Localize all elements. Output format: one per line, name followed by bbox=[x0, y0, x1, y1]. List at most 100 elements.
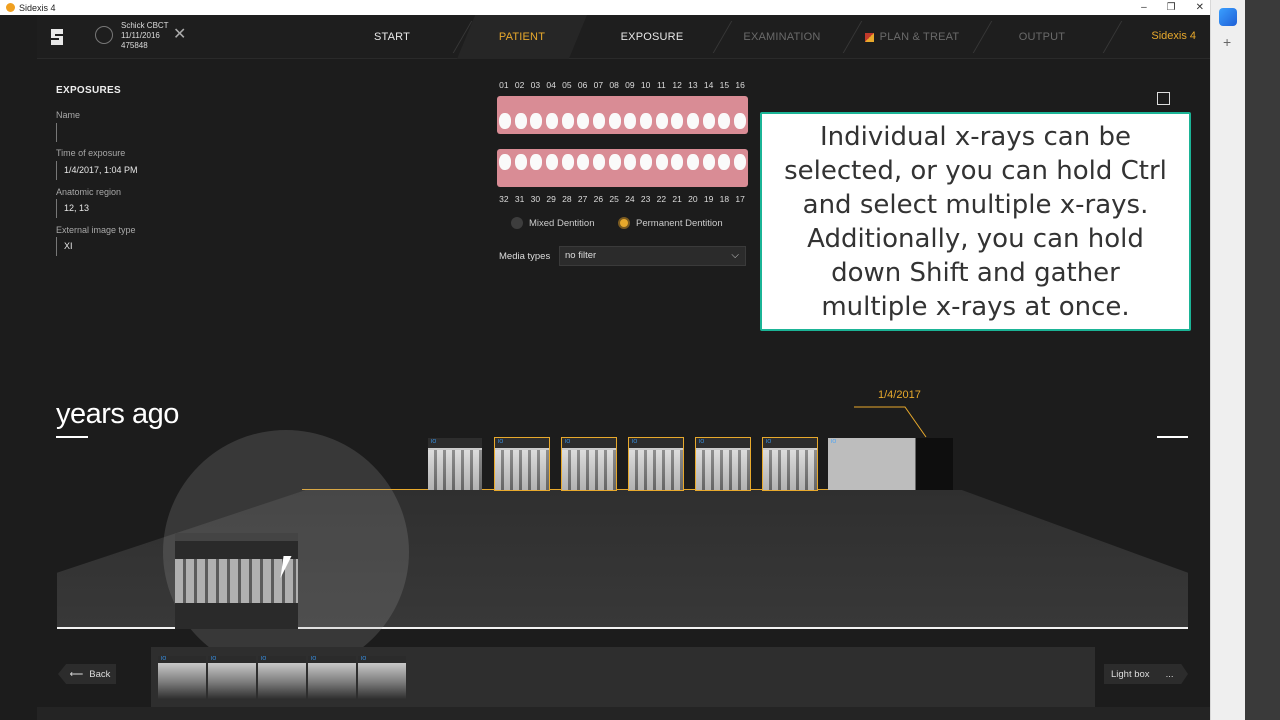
region-label: Anatomic region bbox=[56, 187, 122, 197]
back-button[interactable]: ⟵ Back bbox=[58, 664, 116, 684]
tooth[interactable] bbox=[624, 113, 637, 129]
xray-thumbnail[interactable]: IO bbox=[828, 438, 953, 490]
tooth[interactable] bbox=[498, 154, 511, 170]
selected-xray-thumbnail[interactable]: IO bbox=[208, 656, 256, 699]
tab-examination-label: EXAMINATION bbox=[743, 31, 821, 43]
selected-xray-thumbnail[interactable]: IO bbox=[358, 656, 406, 699]
tooth[interactable] bbox=[498, 113, 511, 129]
tooth[interactable] bbox=[577, 113, 590, 129]
tooth[interactable] bbox=[514, 154, 527, 170]
lower-tooth-numbers: 32 31 30 29 28 27 26 25 24 23 22 21 20 19 18 17 bbox=[496, 194, 748, 204]
tooth-number: 15 bbox=[719, 80, 730, 90]
region-field[interactable]: 12, 13 bbox=[56, 199, 256, 218]
name-field[interactable] bbox=[56, 123, 256, 142]
io-tag: IO bbox=[261, 656, 267, 662]
tooth[interactable] bbox=[718, 154, 731, 170]
tooth[interactable] bbox=[545, 154, 558, 170]
tooth[interactable] bbox=[671, 154, 684, 170]
time-label: Time of exposure bbox=[56, 148, 126, 158]
tooth[interactable] bbox=[592, 113, 605, 129]
media-types-select[interactable]: no filter ⌵ bbox=[559, 246, 746, 266]
io-tag: IO bbox=[161, 656, 167, 662]
permanent-dentition-label: Permanent Dentition bbox=[636, 217, 723, 229]
patient-avatar-icon bbox=[95, 26, 113, 44]
mixed-dentition-option[interactable]: Mixed Dentition bbox=[511, 217, 594, 229]
tooth[interactable] bbox=[702, 113, 715, 129]
mixed-dentition-radio[interactable] bbox=[511, 217, 523, 229]
lower-jaw[interactable] bbox=[497, 149, 748, 187]
permanent-dentition-option[interactable]: Permanent Dentition bbox=[618, 217, 723, 229]
type-label: External image type bbox=[56, 225, 136, 235]
xray-thumbnail[interactable]: IO bbox=[494, 437, 550, 491]
maximize-icon[interactable]: ❐ bbox=[1167, 2, 1176, 13]
close-patient-icon[interactable]: ✕ bbox=[173, 27, 186, 43]
tooth[interactable] bbox=[545, 113, 558, 129]
time-field[interactable]: 1/4/2017, 1:04 PM bbox=[56, 161, 256, 180]
tooth[interactable] bbox=[530, 154, 543, 170]
tab-plan-treat[interactable]: PLAN & TREAT bbox=[847, 15, 993, 59]
tooth-number: 17 bbox=[735, 194, 745, 204]
more-icon[interactable]: ... bbox=[1166, 669, 1174, 680]
tooth[interactable] bbox=[561, 113, 574, 129]
xray-thumbnail[interactable]: IO bbox=[628, 437, 684, 491]
arrow-left-icon: ⟵ bbox=[69, 668, 84, 680]
tooth[interactable] bbox=[655, 113, 668, 129]
xray-group-thumbnail[interactable] bbox=[175, 533, 298, 629]
tooth[interactable] bbox=[687, 154, 700, 170]
tooth[interactable] bbox=[655, 154, 668, 170]
upper-tooth-numbers: 01 02 03 04 05 06 07 08 09 10 11 12 13 14 15 16 bbox=[496, 80, 748, 90]
tab-exposure[interactable]: EXPOSURE bbox=[587, 15, 733, 59]
callout-text: Individual x-rays can be selected, or yo… bbox=[784, 121, 1167, 322]
tooth[interactable] bbox=[577, 154, 590, 170]
tab-start[interactable]: START bbox=[327, 15, 473, 59]
tooth-number: 31 bbox=[514, 194, 525, 204]
app-icon bbox=[6, 3, 15, 12]
xray-group-image bbox=[175, 559, 298, 603]
permanent-dentition-radio[interactable] bbox=[618, 217, 630, 229]
tooth-number: 14 bbox=[703, 80, 714, 90]
tooth[interactable] bbox=[640, 113, 653, 129]
copilot-icon[interactable] bbox=[1219, 8, 1237, 26]
tooth-number: 01 bbox=[499, 80, 509, 90]
tooth[interactable] bbox=[640, 154, 653, 170]
tooth[interactable] bbox=[561, 154, 574, 170]
tab-examination[interactable]: EXAMINATION bbox=[717, 15, 863, 59]
minimize-icon[interactable]: – bbox=[1141, 2, 1147, 13]
layout-toggle-icon[interactable] bbox=[1157, 92, 1170, 105]
tooth[interactable] bbox=[624, 154, 637, 170]
xray-thumbnail[interactable]: IO bbox=[428, 438, 482, 490]
tab-output[interactable]: OUTPUT bbox=[977, 15, 1123, 59]
selected-xray-thumbnail[interactable]: IO bbox=[308, 656, 356, 699]
add-icon[interactable]: + bbox=[1223, 34, 1231, 50]
tooth[interactable] bbox=[734, 154, 747, 170]
xray-thumbnail[interactable]: IO bbox=[561, 437, 617, 491]
back-label: Back bbox=[89, 668, 111, 680]
close-window-icon[interactable]: ✕ bbox=[1196, 2, 1204, 13]
selected-xray-thumbnail[interactable]: IO bbox=[258, 656, 306, 699]
tooth[interactable] bbox=[514, 113, 527, 129]
sidexis-logo-icon[interactable] bbox=[49, 27, 67, 47]
tooth[interactable] bbox=[734, 113, 747, 129]
tooth-number: 03 bbox=[530, 80, 541, 90]
upper-jaw[interactable] bbox=[497, 96, 748, 134]
tooth[interactable] bbox=[530, 113, 543, 129]
tooth-number: 04 bbox=[546, 80, 556, 90]
tooth[interactable] bbox=[592, 154, 605, 170]
tooth[interactable] bbox=[671, 113, 684, 129]
patient-dob: 11/11/2016 bbox=[121, 31, 160, 40]
selected-xray-thumbnail[interactable]: IO bbox=[158, 656, 206, 699]
tooth[interactable] bbox=[608, 113, 621, 129]
tooth[interactable] bbox=[702, 154, 715, 170]
tab-patient[interactable]: PATIENT bbox=[457, 15, 587, 59]
tooth[interactable] bbox=[718, 113, 731, 129]
light-box-button[interactable]: Light box ... bbox=[1104, 664, 1188, 684]
tooth[interactable] bbox=[687, 113, 700, 129]
xray-thumbnail[interactable]: IO bbox=[695, 437, 751, 491]
tooth-number: 12 bbox=[672, 80, 682, 90]
xray-thumbnail[interactable]: IO bbox=[762, 437, 818, 491]
tooth-number: 05 bbox=[562, 80, 572, 90]
io-tag: IO bbox=[361, 656, 367, 662]
tooth[interactable] bbox=[608, 154, 621, 170]
side-strip bbox=[1245, 0, 1280, 720]
type-field[interactable]: XI bbox=[56, 237, 256, 256]
